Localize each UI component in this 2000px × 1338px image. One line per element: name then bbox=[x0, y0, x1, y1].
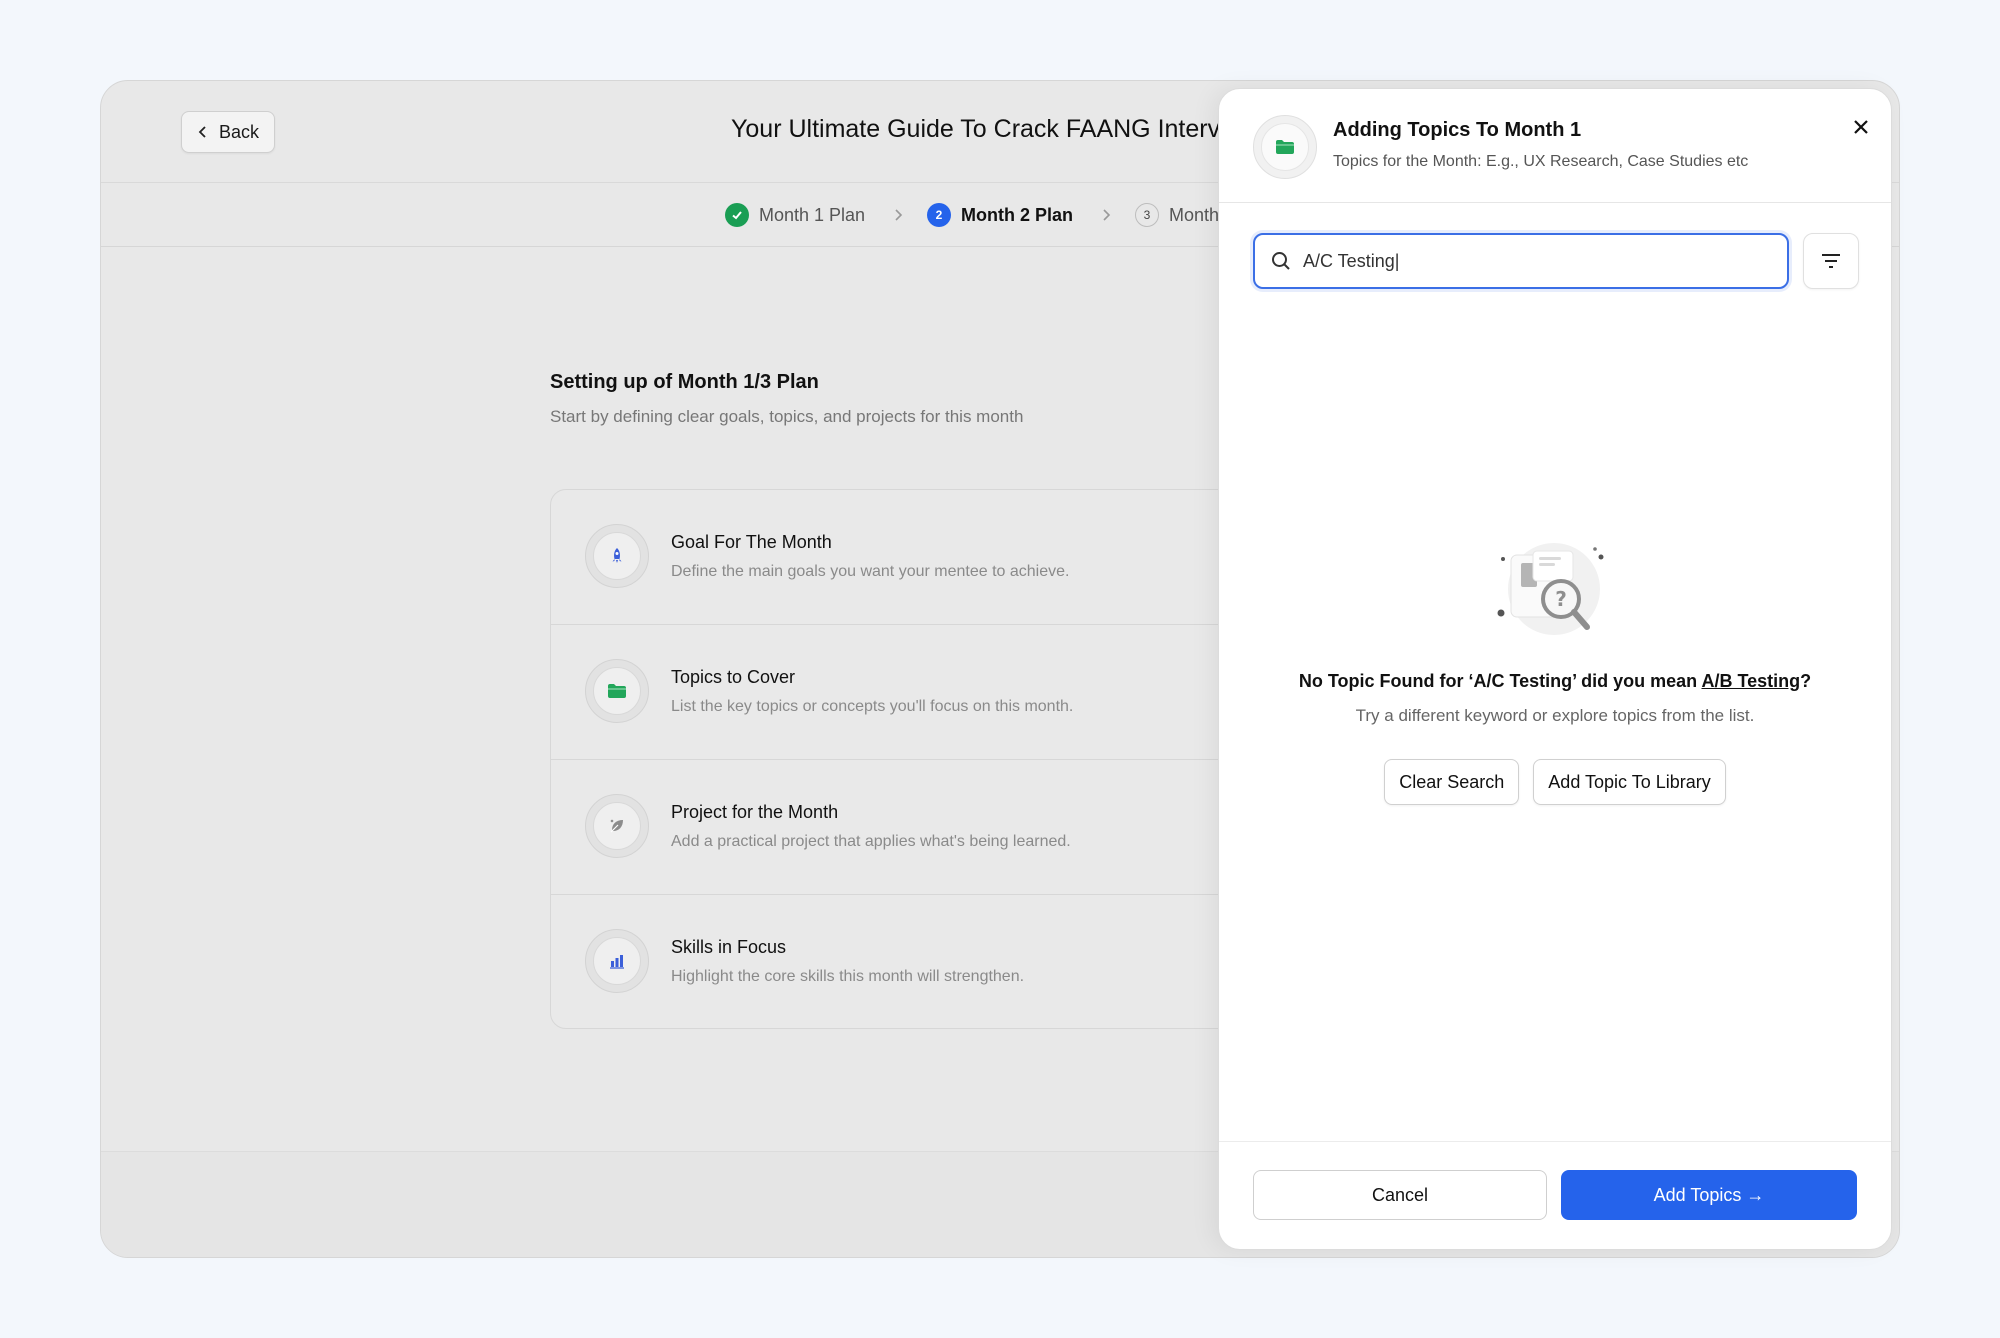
empty-state-text: No Topic Found for ‘A/C Testing’ did you… bbox=[1298, 671, 1702, 691]
no-results-illustration: ? bbox=[1497, 543, 1604, 635]
add-topic-to-library-button[interactable]: Add Topic To Library bbox=[1533, 759, 1726, 805]
empty-state-actions: Clear Search Add Topic To Library bbox=[1219, 759, 1891, 805]
panel-header: Adding Topics To Month 1 Topics for the … bbox=[1219, 89, 1891, 203]
icon-circle bbox=[585, 794, 649, 858]
plan-cards: Goal For The Month Define the main goals… bbox=[550, 489, 1270, 1029]
search-field[interactable] bbox=[1253, 233, 1789, 289]
icon-circle bbox=[585, 524, 649, 588]
section-title: Setting up of Month 1/3 Plan bbox=[550, 371, 819, 393]
step-number: 3 bbox=[1135, 203, 1159, 227]
search-input[interactable] bbox=[1303, 250, 1763, 272]
card-title: Skills in Focus bbox=[671, 937, 787, 957]
clear-search-button[interactable]: Clear Search bbox=[1384, 759, 1520, 805]
svg-text:?: ? bbox=[1555, 587, 1567, 611]
icon-circle bbox=[1253, 115, 1317, 179]
card-goal[interactable]: Goal For The Month Define the main goals… bbox=[551, 490, 1269, 625]
page-title: Your Ultimate Guide To Crack FAANG Inter… bbox=[731, 115, 1221, 143]
step-label: Month 2 Plan bbox=[961, 204, 1073, 225]
step-month-2[interactable]: 2 Month 2 Plan bbox=[927, 203, 1073, 227]
panel-subtitle: Topics for the Month: E.g., UX Research,… bbox=[1333, 153, 1749, 170]
chevron-left-icon bbox=[198, 126, 206, 138]
card-project[interactable]: Project for the Month Add a practical pr… bbox=[551, 760, 1269, 895]
empty-state-title: No Topic Found for ‘A/C Testing’ did you… bbox=[1219, 671, 1891, 692]
search-icon bbox=[1272, 252, 1290, 270]
step-month-3[interactable]: 3 Month bbox=[1135, 203, 1219, 227]
icon-circle bbox=[585, 929, 649, 993]
icon-circle bbox=[585, 659, 649, 723]
filter-icon bbox=[1822, 254, 1840, 268]
folder-icon bbox=[593, 667, 641, 715]
card-title: Project for the Month bbox=[671, 802, 839, 822]
step-label: Month 1 Plan bbox=[759, 204, 866, 225]
close-icon[interactable] bbox=[1847, 113, 1875, 141]
back-button[interactable]: Back bbox=[181, 111, 275, 153]
add-topics-button[interactable]: Add Topics → bbox=[1561, 1170, 1857, 1220]
empty-state-subtitle: Try a different keyword or explore topic… bbox=[1355, 706, 1755, 725]
chevron-right-icon bbox=[1103, 209, 1111, 221]
card-description: Define the main goals you want your ment… bbox=[671, 563, 1070, 580]
section-subtitle: Start by defining clear goals, topics, a… bbox=[550, 407, 1024, 426]
panel-footer: Cancel Add Topics → bbox=[1219, 1141, 1891, 1249]
card-topics[interactable]: Topics to Cover List the key topics or c… bbox=[551, 625, 1269, 760]
step-number: 2 bbox=[927, 203, 951, 227]
folder-icon bbox=[1261, 123, 1309, 171]
add-topics-panel: Adding Topics To Month 1 Topics for the … bbox=[1218, 88, 1892, 1250]
panel-title: Adding Topics To Month 1 bbox=[1333, 119, 1582, 141]
card-title: Topics to Cover bbox=[671, 667, 796, 687]
leaf-icon bbox=[593, 802, 641, 850]
card-title: Goal For The Month bbox=[671, 532, 832, 552]
empty-state-suffix: ? bbox=[1800, 671, 1812, 691]
cancel-button[interactable]: Cancel bbox=[1253, 1170, 1547, 1220]
check-icon bbox=[725, 203, 749, 227]
step-label: Month bbox=[1169, 204, 1220, 225]
card-skills[interactable]: Skills in Focus Highlight the core skill… bbox=[551, 895, 1269, 1028]
filter-button[interactable] bbox=[1803, 233, 1859, 289]
step-month-1[interactable]: Month 1 Plan bbox=[725, 203, 865, 227]
card-description: Add a practical project that applies wha… bbox=[671, 833, 1071, 850]
bar-chart-icon bbox=[593, 937, 641, 985]
card-description: List the key topics or concepts you'll f… bbox=[671, 698, 1074, 715]
rocket-icon bbox=[593, 532, 641, 580]
back-label: Back bbox=[218, 121, 260, 142]
chevron-right-icon bbox=[895, 209, 903, 221]
suggestion-link[interactable]: A/B Testing bbox=[1701, 671, 1800, 691]
card-description: Highlight the core skills this month wil… bbox=[671, 968, 1025, 985]
